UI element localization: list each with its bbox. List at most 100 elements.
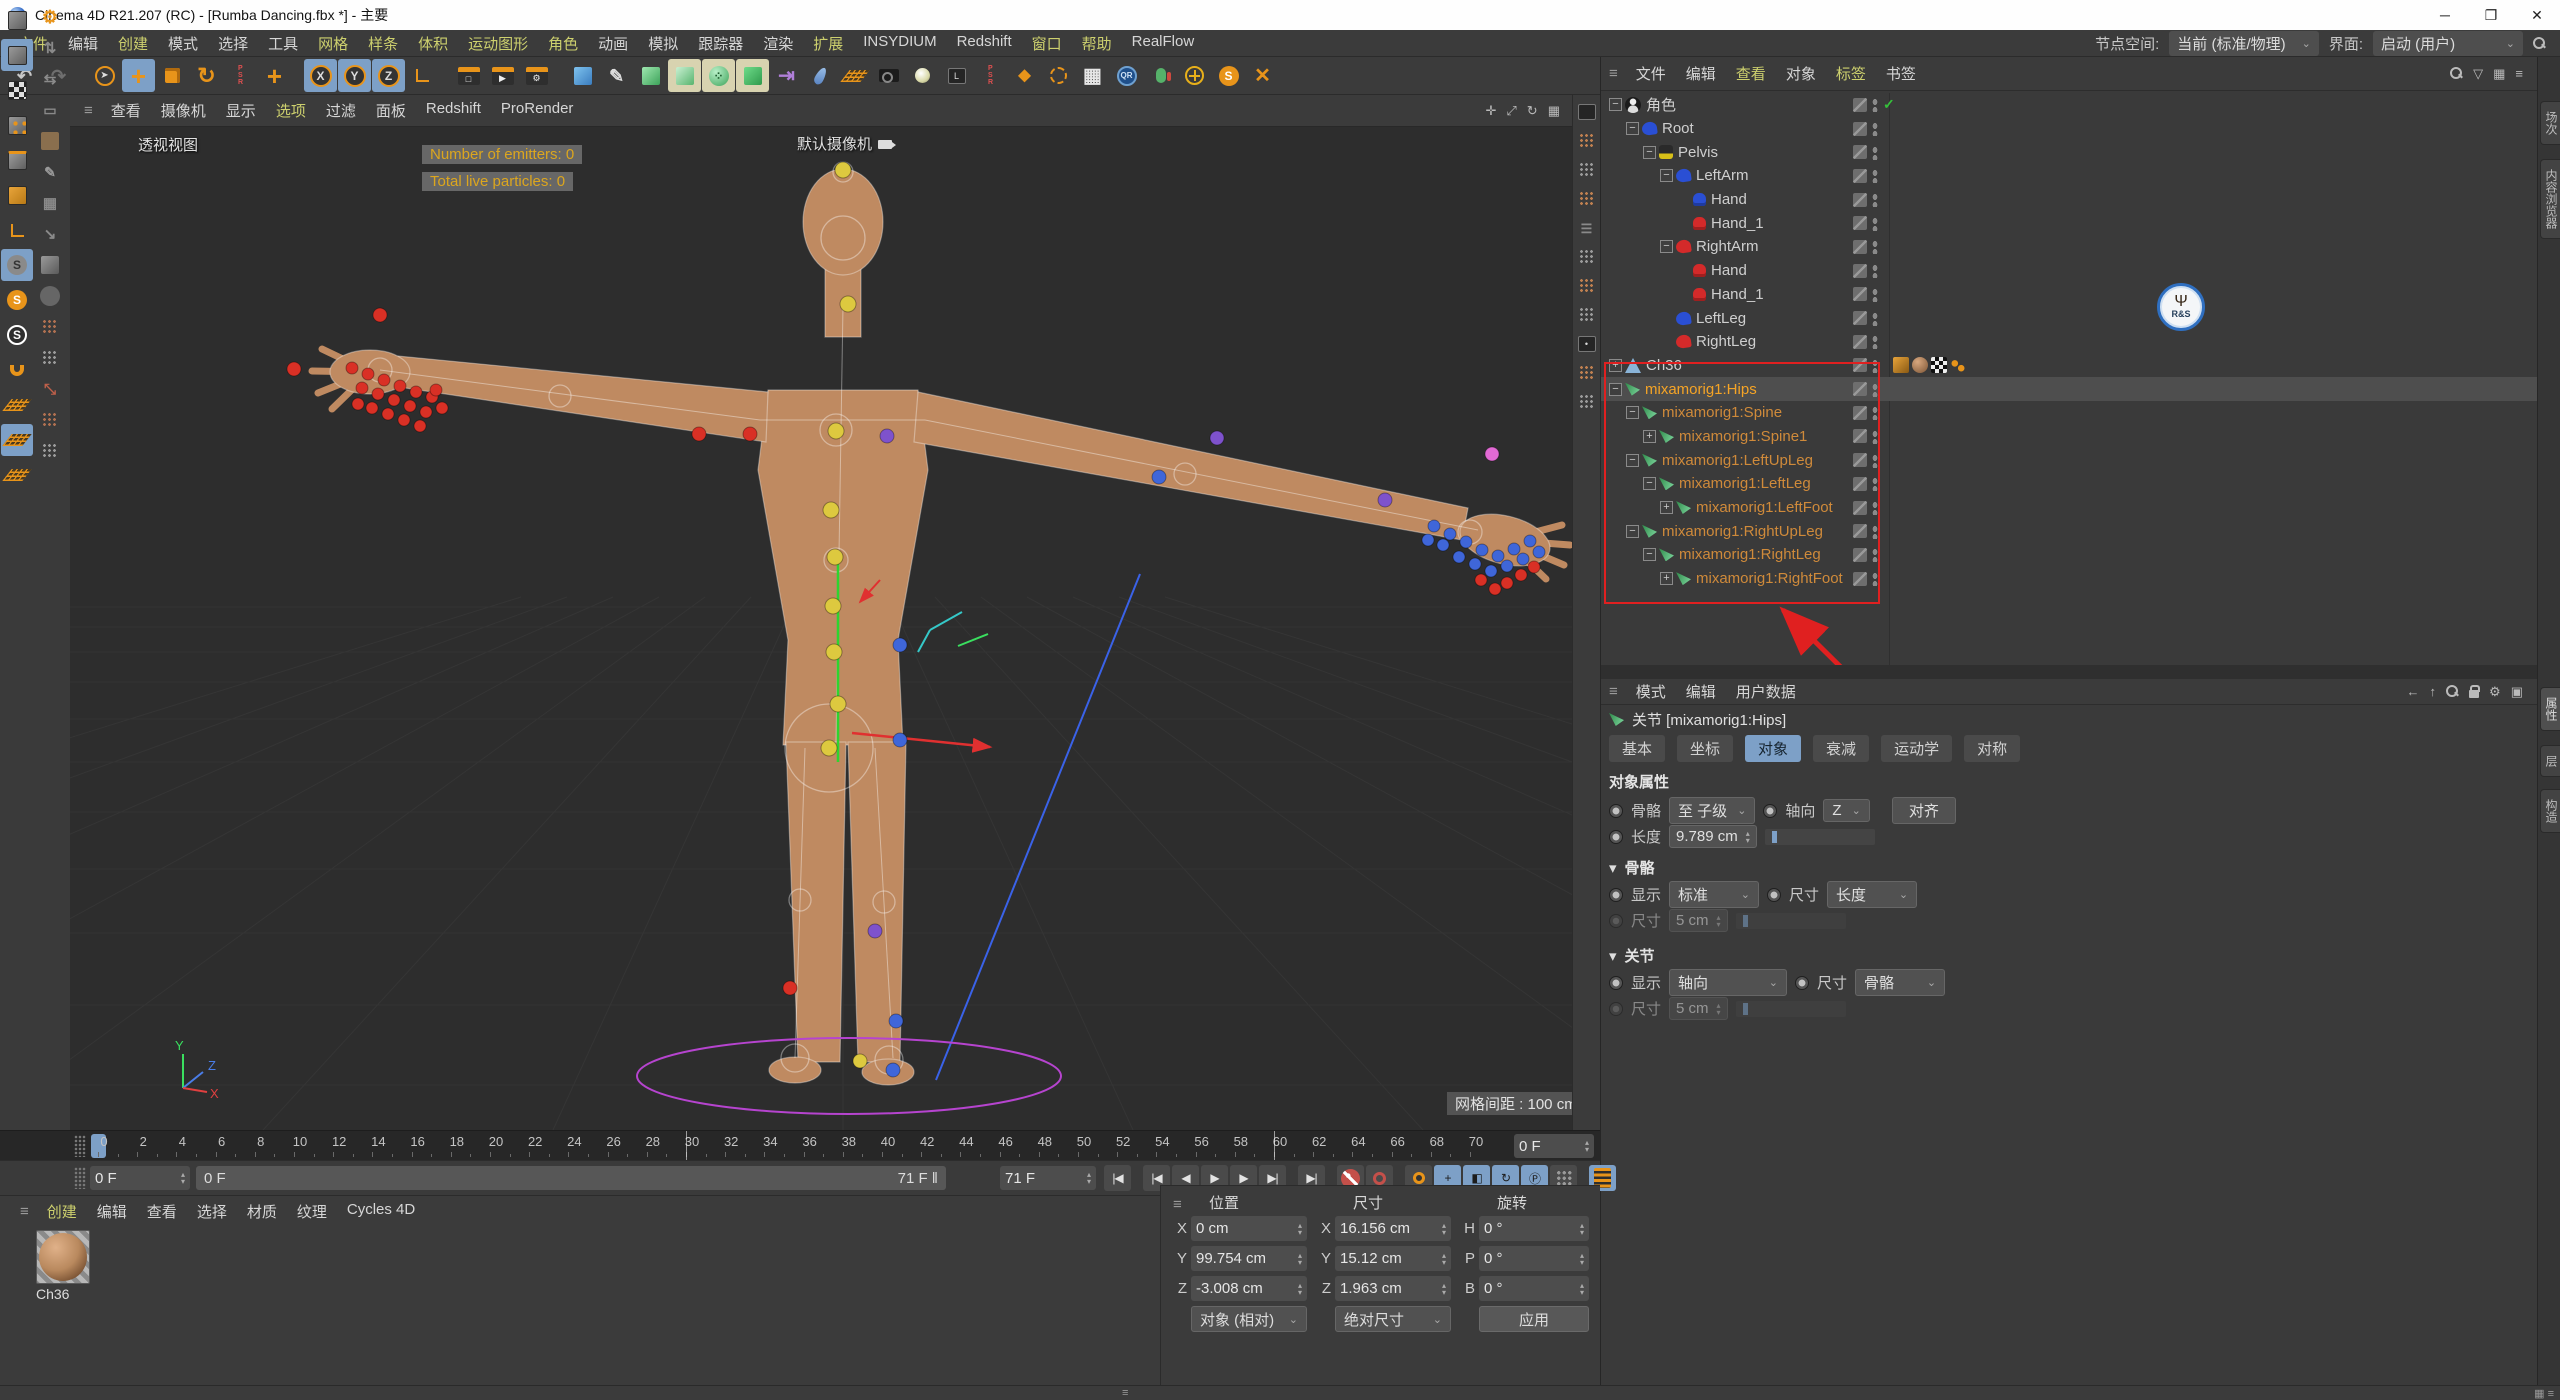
lock-y-axis-icon[interactable]: Y (338, 59, 371, 92)
bone-sizemode-radio[interactable] (1767, 887, 1782, 902)
menu-item-工具[interactable]: 工具 (258, 33, 308, 54)
status-menu-icon[interactable]: ≡ (1122, 1387, 1128, 1399)
strip-dots-icon-2[interactable] (1576, 159, 1598, 181)
strip-dots-icon-3[interactable] (1576, 188, 1598, 210)
generator-icon[interactable] (668, 59, 701, 92)
coord-mode-select-0[interactable]: 对象 (相对) ⌄ (1191, 1306, 1307, 1332)
menu-item-编辑[interactable]: 编辑 (1676, 63, 1726, 84)
expand-icon[interactable]: + (1609, 358, 1622, 372)
menu-item-网格[interactable]: 网格 (308, 33, 358, 54)
visibility-dots-icon[interactable] (1872, 381, 1878, 397)
tree-item-LeftLeg[interactable]: LeftLeg (1601, 306, 2537, 330)
layer-toggle-icon[interactable] (1853, 524, 1867, 539)
tree-item-mixamorig1:RightLeg[interactable]: − mixamorig1:RightLeg (1601, 543, 2537, 567)
status-corner-icon[interactable]: ▦ ≡ (2534, 1387, 2554, 1400)
dock-tab-内容浏览器[interactable]: 内容浏览器 (2540, 159, 2560, 239)
visibility-dots-icon[interactable] (1872, 263, 1878, 279)
menu-item-跟踪器[interactable]: 跟踪器 (688, 33, 753, 54)
viewport-nav-icon-2[interactable]: ↻ (1527, 103, 1538, 119)
expand-icon[interactable]: − (1643, 145, 1656, 159)
close-button[interactable]: ✕ (2514, 0, 2560, 30)
menu-item-渲染[interactable]: 渲染 (753, 33, 803, 54)
am-search-icon[interactable] (2446, 685, 2459, 698)
palette-dots-icon-1[interactable] (37, 314, 63, 340)
menu-item-纹理[interactable]: 纹理 (287, 1201, 337, 1222)
layer-toggle-icon[interactable] (1853, 97, 1867, 112)
menu-item-摄像机[interactable]: 摄像机 (151, 100, 216, 121)
maximize-button[interactable]: ❐ (2468, 0, 2514, 30)
tree-item-mixamorig1:RightFoot[interactable]: + mixamorig1:RightFoot (1601, 567, 2537, 591)
timeline-range-slider[interactable]: 0 F 71 F ‖ (196, 1166, 946, 1190)
character-icon[interactable] (1144, 59, 1177, 92)
layer-toggle-icon[interactable] (1853, 453, 1867, 468)
snap-icon[interactable]: S (1, 284, 33, 316)
menu-item-编辑[interactable]: 编辑 (1676, 681, 1726, 702)
interface-select[interactable]: 启动 (用户) ⌄ (2373, 30, 2523, 56)
tree-item-LeftArm[interactable]: − LeftArm (1601, 164, 2537, 188)
visibility-dots-icon[interactable] (1872, 428, 1878, 444)
x-particles-icon[interactable]: ✕ (1246, 59, 1279, 92)
length-input[interactable]: 9.789 cm ▴ ▾ (1669, 825, 1757, 848)
tree-item-Hand[interactable]: Hand (1601, 259, 2537, 283)
lock-x-axis-icon[interactable]: X (304, 59, 337, 92)
menu-item-选择[interactable]: 选择 (208, 33, 258, 54)
menu-item-运动图形[interactable]: 运动图形 (458, 33, 538, 54)
tree-item-Hand_1[interactable]: Hand_1 (1601, 283, 2537, 307)
enabled-check-icon[interactable]: ✓ (1883, 96, 1895, 113)
bone-display-radio[interactable] (1609, 887, 1623, 902)
layer-toggle-icon[interactable] (1853, 500, 1867, 515)
minimize-button[interactable]: ─ (2422, 0, 2468, 30)
expand-icon[interactable]: − (1643, 477, 1656, 491)
expand-icon[interactable]: − (1626, 122, 1639, 136)
menu-item-样条[interactable]: 样条 (358, 33, 408, 54)
palette-xfer-icon[interactable]: ⤡ (37, 376, 63, 402)
layer-toggle-icon[interactable] (1853, 382, 1867, 397)
live-selection-icon[interactable]: ➤ (88, 59, 121, 92)
qr-render-icon[interactable]: QR (1110, 59, 1143, 92)
material-item-Ch36[interactable]: Ch36 (36, 1230, 90, 1302)
material-thumbnail[interactable] (36, 1230, 90, 1284)
phong-tag-icon[interactable] (1950, 357, 1966, 374)
material-tag-icon[interactable] (1912, 357, 1928, 374)
menu-item-ProRender[interactable]: ProRender (491, 100, 584, 121)
visibility-dots-icon[interactable] (1872, 310, 1878, 326)
coord-input-位置-Z[interactable]: -3.008 cm ▴ ▾ (1191, 1276, 1307, 1301)
timeline-ruler[interactable]: 0 2 4 6 8 10 12 14 16 18 20 22 24 26 28 30 32 34 36 38 40 42 4… (0, 1130, 1600, 1161)
dock-tab-构造[interactable]: 构造 (2540, 789, 2560, 833)
sketch-icon[interactable]: S (1212, 59, 1245, 92)
om-menu-icon[interactable]: ≡ (2515, 66, 2523, 81)
joint-sizemode-select[interactable]: 骨骼 ⌄ (1855, 969, 1946, 996)
expand-icon[interactable]: − (1643, 548, 1656, 562)
field-icon[interactable] (804, 59, 837, 92)
enable-axis-icon[interactable]: S (1, 249, 33, 281)
menu-item-角色[interactable]: 角色 (538, 33, 588, 54)
visibility-dots-icon[interactable] (1872, 523, 1878, 539)
layer-toggle-icon[interactable] (1853, 334, 1867, 349)
menu-item-查看[interactable]: 查看 (137, 1201, 187, 1222)
spline-pen-icon[interactable]: ✎ (600, 59, 633, 92)
palette-grid-icon[interactable]: ▦ (37, 190, 63, 216)
texture-mode-icon[interactable] (1, 74, 33, 106)
tree-item-Hand_1[interactable]: Hand_1 (1601, 211, 2537, 235)
layer-toggle-icon[interactable] (1853, 547, 1867, 562)
bone-radio[interactable] (1609, 803, 1623, 818)
make-editable-icon[interactable] (1, 4, 33, 36)
move-alt-icon[interactable]: + (258, 59, 291, 92)
layer-toggle-icon[interactable] (1853, 287, 1867, 302)
render-view-icon[interactable]: □ (452, 59, 485, 92)
menu-item-编辑[interactable]: 编辑 (58, 33, 108, 54)
tree-item-角色[interactable]: − 角色 ✓ (1601, 93, 2537, 117)
workplane-icon[interactable] (1, 389, 33, 421)
layer-toggle-icon[interactable] (1853, 571, 1867, 586)
transport-drag-handle[interactable] (74, 1167, 86, 1189)
palette-swatch-icon[interactable] (37, 128, 63, 154)
palette-arrow-icon[interactable]: ↘ (37, 221, 63, 247)
coord-input-旋转-H[interactable]: 0 ° ▴ ▾ (1479, 1216, 1589, 1241)
expand-icon[interactable]: + (1660, 501, 1673, 515)
am-tab-衰减[interactable]: 衰减 (1813, 735, 1870, 762)
visibility-dots-icon[interactable] (1872, 286, 1878, 302)
strip-bars-icon[interactable]: ☰ (1576, 217, 1598, 239)
visibility-dots-icon[interactable] (1872, 144, 1878, 160)
tree-item-mixamorig1:LeftUpLeg[interactable]: − mixamorig1:LeftUpLeg (1601, 448, 2537, 472)
object-manager-menu-icon[interactable]: ≡ (1609, 65, 1618, 82)
